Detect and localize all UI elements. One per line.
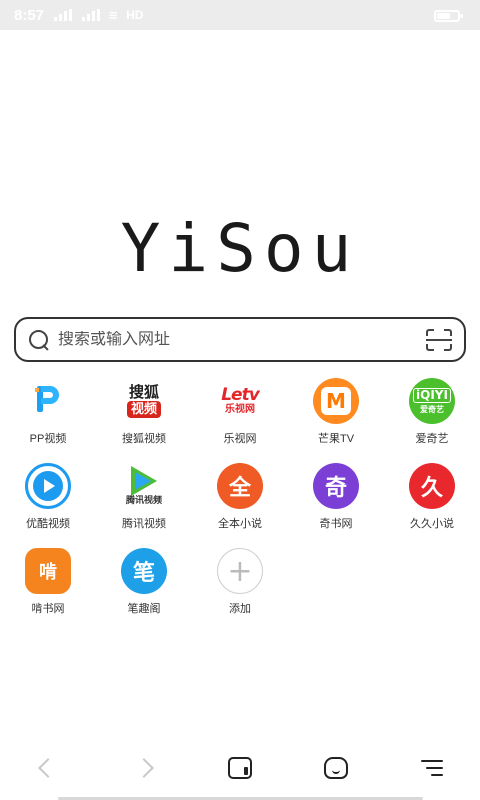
home-icon	[324, 757, 348, 779]
quanben-novel-icon: 全	[217, 463, 263, 509]
shortcut-jiujiu-novel[interactable]: 久 久久小说	[384, 463, 480, 531]
shortcut-label: 搜狐视频	[122, 433, 166, 445]
shortcut-biquge[interactable]: 笔 笔趣阁	[96, 548, 192, 616]
signal-icon	[54, 9, 73, 21]
app-logo: YiSou	[120, 210, 360, 287]
chevron-right-icon	[134, 758, 154, 778]
search-icon	[28, 329, 50, 351]
pp-video-icon	[25, 378, 71, 424]
shortcut-label: 腾讯视频	[122, 518, 166, 530]
youku-icon	[25, 463, 71, 509]
status-bar: 8:57 ≋ HD	[0, 0, 480, 30]
shortcut-label: 啃书网	[31, 603, 65, 615]
add-shortcut-button[interactable]: + 添加	[192, 548, 288, 616]
home-button[interactable]	[306, 748, 366, 788]
shortcut-label: 爱奇艺	[415, 433, 449, 445]
shortcut-grid: PP视频 搜狐 视频 搜狐视频 Letv 乐视网 乐视网 M 芒果TV iQIY…	[0, 378, 480, 616]
icon-text: iQIYI	[413, 387, 451, 403]
shortcut-letv[interactable]: Letv 乐视网 乐视网	[192, 378, 288, 446]
add-icon: +	[217, 548, 263, 594]
search-input[interactable]	[58, 330, 426, 349]
shortcut-label: 奇书网	[319, 518, 353, 530]
icon-text: Letv	[221, 385, 260, 405]
shortcut-kenshu[interactable]: 啃 啃书网	[0, 548, 96, 616]
qishu-icon: 奇	[313, 463, 359, 509]
iqiyi-icon: iQIYI 爱奇艺	[409, 378, 455, 424]
shortcut-qishu[interactable]: 奇 奇书网	[288, 463, 384, 531]
letv-icon: Letv 乐视网	[217, 378, 263, 424]
forward-button[interactable]	[114, 748, 174, 788]
shortcut-sohu-video[interactable]: 搜狐 视频 搜狐视频	[96, 378, 192, 446]
biquge-icon: 笔	[121, 548, 167, 594]
shortcut-label: 添加	[229, 603, 251, 615]
shortcut-label: 笔趣阁	[127, 603, 161, 615]
shortcut-label: 全本小说	[218, 518, 262, 530]
shortcut-youku[interactable]: 优酷视频	[0, 463, 96, 531]
icon-text: 乐视网	[225, 404, 255, 415]
chevron-left-icon	[38, 758, 58, 778]
bottom-nav	[0, 736, 480, 800]
status-time: 8:57	[14, 6, 45, 24]
shortcut-label: 乐视网	[223, 433, 257, 445]
back-button[interactable]	[18, 748, 78, 788]
signal-icon-2	[82, 9, 101, 21]
icon-text: M	[321, 387, 351, 415]
sohu-video-icon: 搜狐 视频	[121, 378, 167, 424]
network-type-label: HD	[126, 8, 144, 22]
menu-button[interactable]	[402, 748, 462, 788]
shortcut-label: PP视频	[29, 433, 67, 445]
shortcut-iqiyi[interactable]: iQIYI 爱奇艺 爱奇艺	[384, 378, 480, 446]
battery-icon	[434, 10, 463, 22]
icon-text: 腾讯视频	[125, 496, 162, 506]
shortcut-tencent-video[interactable]: 腾讯视频 腾讯视频	[96, 463, 192, 531]
shortcut-label: 芒果TV	[317, 433, 355, 445]
icon-text: 视频	[126, 401, 161, 418]
shortcut-quanben-novel[interactable]: 全 全本小说	[192, 463, 288, 531]
tencent-video-icon: 腾讯视频	[121, 463, 167, 509]
wifi-icon: ≋	[108, 8, 119, 22]
jiujiu-novel-icon: 久	[409, 463, 455, 509]
search-bar[interactable]	[14, 317, 466, 362]
scan-icon[interactable]	[426, 328, 452, 351]
kenshu-icon: 啃	[25, 548, 71, 594]
shortcut-label: 优酷视频	[26, 518, 70, 530]
shortcut-pp-video[interactable]: PP视频	[0, 378, 96, 446]
icon-text: 爱奇艺	[420, 404, 444, 414]
mango-tv-icon: M	[313, 378, 359, 424]
shortcut-label: 久久小说	[410, 518, 454, 530]
tabs-icon	[228, 757, 252, 779]
shortcut-mango-tv[interactable]: M 芒果TV	[288, 378, 384, 446]
menu-icon	[421, 760, 443, 776]
tabs-button[interactable]	[210, 748, 270, 788]
icon-text: 搜狐	[128, 383, 159, 401]
